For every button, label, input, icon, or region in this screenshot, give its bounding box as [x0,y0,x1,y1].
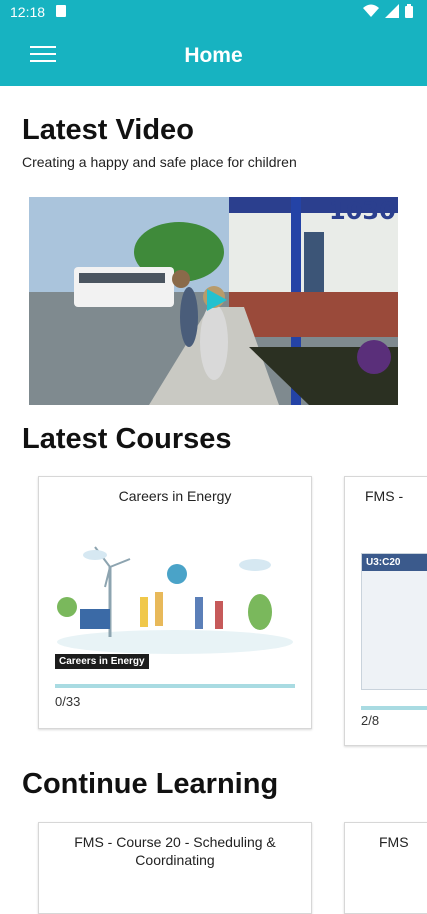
course-image-caption: Careers in Energy [55,654,149,669]
status-bar: 12:18 [0,0,427,24]
course-image: U3:C20 [361,553,427,690]
battery-icon [405,4,413,18]
course-title: FMS [379,834,409,850]
latest-courses-heading: Latest Courses [22,423,232,455]
app-bar: Home [0,24,427,86]
status-icons [363,4,413,18]
course-progress-bar [55,684,295,688]
course-progress-count: 0/33 [55,694,81,709]
continue-card[interactable]: FMS [344,822,427,914]
wifi-icon [363,4,379,17]
course-card[interactable]: Careers in Energy Careers in Energy 0/33 [38,476,312,729]
course-progress-bar [361,706,427,710]
continue-card[interactable]: FMS - Course 20 - Scheduling & Coordinat… [38,822,312,914]
course-title: Careers in Energy [118,488,232,504]
course-image [55,537,295,657]
status-time: 12:18 [10,4,46,20]
course-title: FMS - Course 20 - Scheduling & Coordinat… [74,834,276,868]
course-image-caption: U3:C20 [362,554,427,571]
latest-video-subtitle: Creating a happy and safe place for chil… [22,154,297,170]
course-title: FMS - [365,488,404,504]
continue-learning-heading: Continue Learning [22,768,279,800]
course-progress-count: 2/8 [361,713,380,728]
sim-icon [56,5,66,17]
video-thumbnail[interactable]: 10309 [29,197,398,405]
signal-icon [385,4,399,18]
video-scene: 10309 [29,197,398,405]
page-title: Home [184,44,243,67]
latest-video-heading: Latest Video [22,114,194,146]
course-card[interactable]: FMS - U3:C20 2/8 [344,476,427,746]
building-number: 10309 [329,197,398,225]
